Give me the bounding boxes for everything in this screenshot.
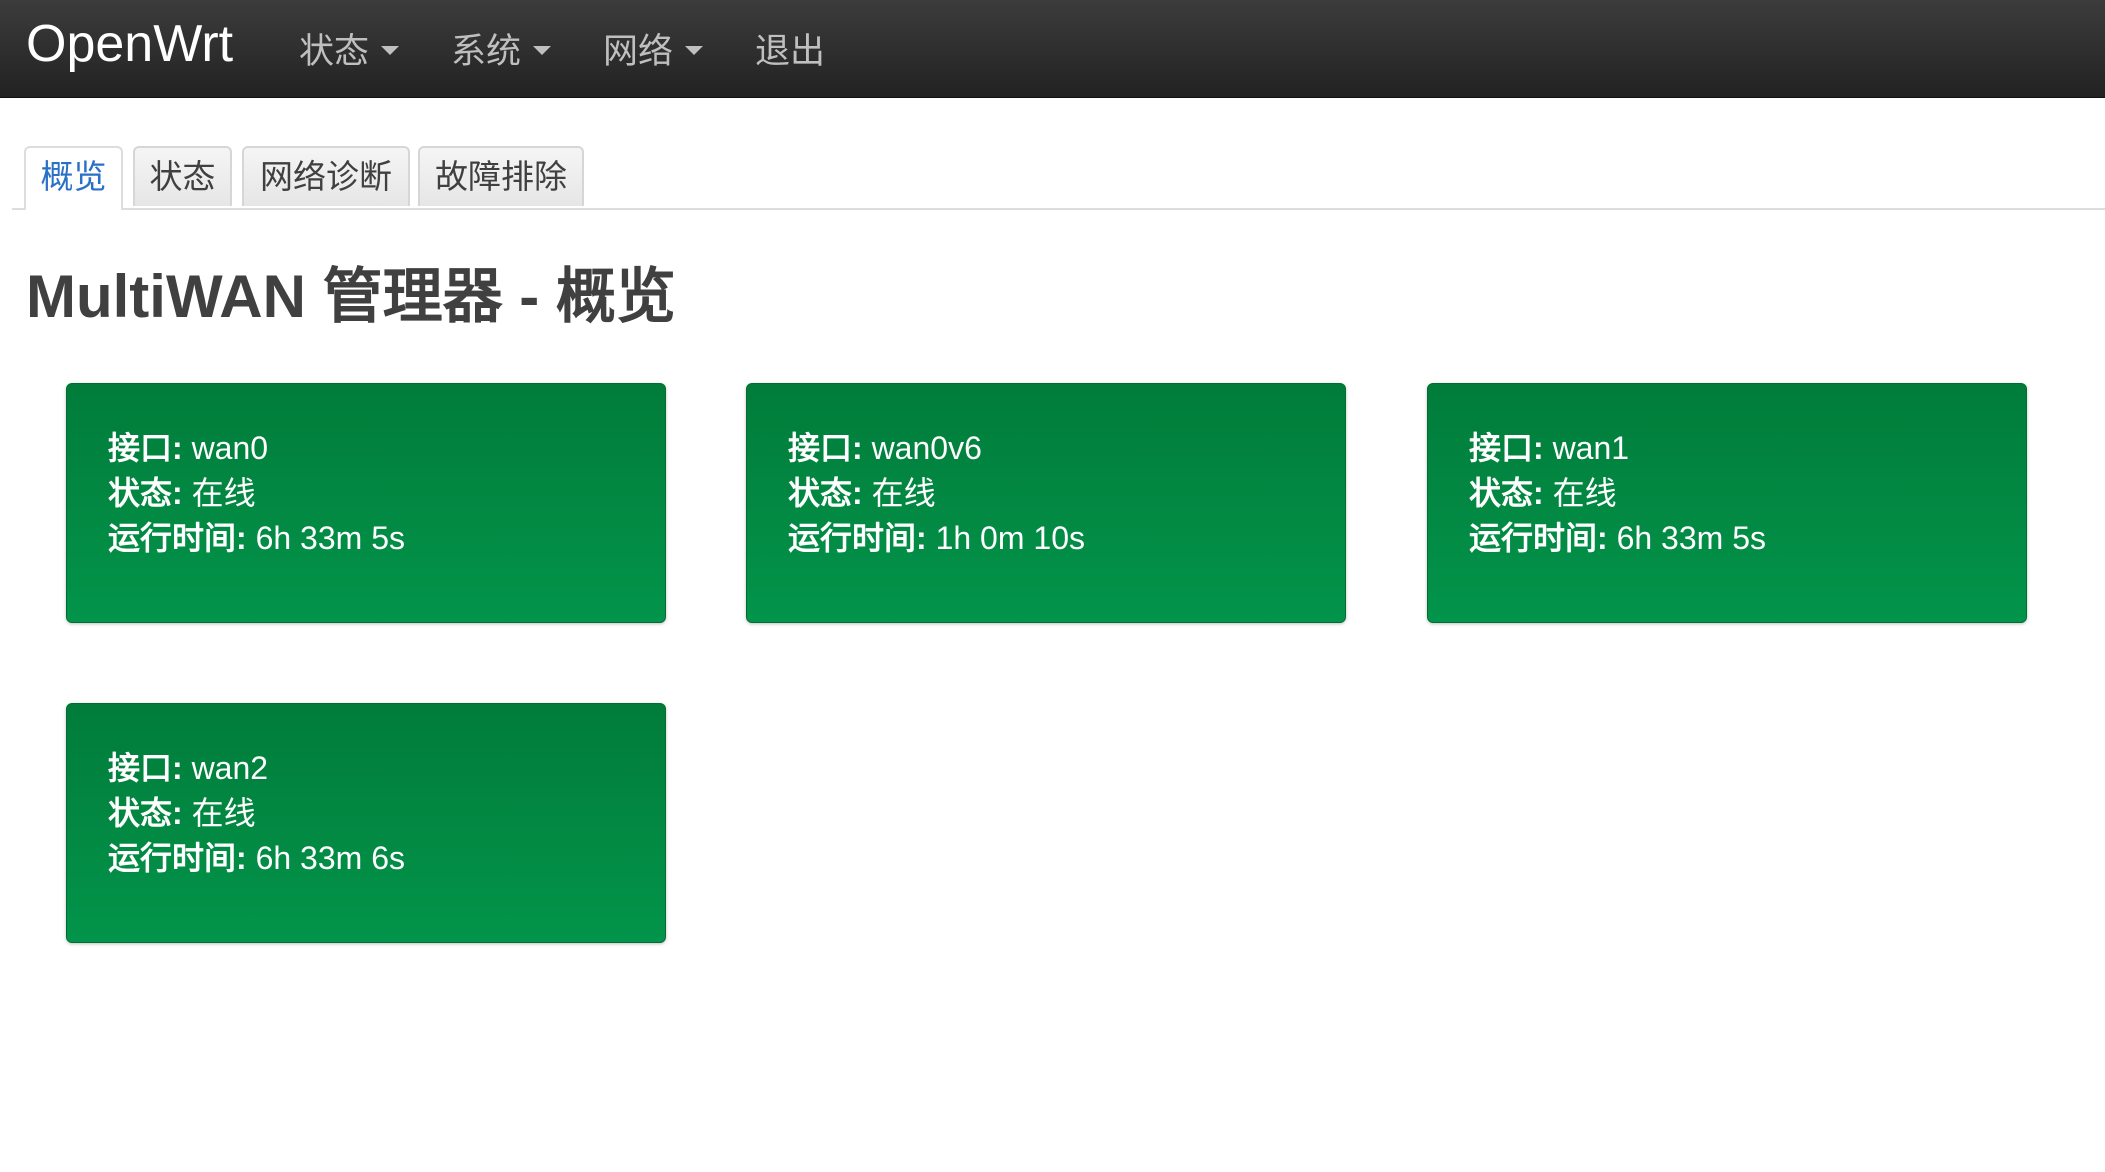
uptime-row: 运行时间: 6h 33m 5s	[108, 516, 665, 561]
top-navbar: OpenWrt 状态 系统 网络 退出	[0, 0, 2105, 98]
interface-row: 接口: wan0	[108, 426, 665, 471]
interface-value: wan1	[1552, 430, 1630, 466]
uptime-value: 6h 33m 5s	[255, 520, 405, 556]
interface-row: 接口: wan0v6	[788, 426, 1345, 471]
menu-system[interactable]: 系统	[451, 23, 552, 74]
uptime-row: 运行时间: 6h 33m 5s	[1469, 516, 2026, 561]
interface-label: 接口:	[108, 430, 183, 466]
interface-value: wan0v6	[871, 430, 982, 466]
uptime-value: 1h 0m 10s	[935, 520, 1085, 556]
brand-logo[interactable]: OpenWrt	[26, 12, 233, 76]
chevron-down-icon	[533, 46, 552, 55]
uptime-label: 运行时间:	[1469, 520, 1608, 556]
interface-card-wan1: 接口: wan1 状态: 在线 运行时间: 6h 33m 5s	[1427, 383, 2027, 623]
tab-troubleshooting[interactable]: 故障排除	[418, 146, 584, 206]
menu-system-label: 系统	[451, 32, 522, 71]
status-row: 状态: 在线	[108, 471, 665, 516]
status-label: 状态:	[108, 795, 183, 831]
interface-row: 接口: wan2	[108, 746, 665, 791]
uptime-label: 运行时间:	[788, 520, 927, 556]
tab-overview[interactable]: 概览	[24, 146, 123, 210]
interface-label: 接口:	[788, 430, 863, 466]
status-label: 状态:	[1469, 475, 1544, 511]
menu-network-label: 网络	[603, 32, 674, 71]
uptime-row: 运行时间: 6h 33m 6s	[108, 836, 665, 881]
status-row: 状态: 在线	[788, 471, 1345, 516]
chevron-down-icon	[381, 46, 400, 55]
interface-value: wan0	[191, 430, 269, 466]
status-value: 在线	[191, 475, 256, 511]
menu-logout[interactable]: 退出	[755, 23, 825, 74]
chevron-down-icon	[685, 46, 704, 55]
interface-card-wan0: 接口: wan0 状态: 在线 运行时间: 6h 33m 5s	[66, 383, 666, 623]
uptime-value: 6h 33m 5s	[1616, 520, 1766, 556]
interface-row: 接口: wan1	[1469, 426, 2026, 471]
page-title: MultiWAN 管理器 - 概览	[26, 263, 676, 330]
status-row: 状态: 在线	[108, 791, 665, 836]
status-value: 在线	[871, 475, 936, 511]
interface-value: wan2	[191, 750, 269, 786]
status-value: 在线	[1552, 475, 1617, 511]
menu-logout-label: 退出	[755, 32, 826, 71]
interface-label: 接口:	[1469, 430, 1544, 466]
tab-network-diagnostics[interactable]: 网络诊断	[242, 146, 410, 206]
main-menu: 状态 系统 网络 退出	[299, 0, 877, 97]
menu-status-label: 状态	[299, 32, 370, 71]
status-value: 在线	[191, 795, 256, 831]
menu-network[interactable]: 网络	[603, 23, 704, 74]
uptime-row: 运行时间: 1h 0m 10s	[788, 516, 1345, 561]
interface-card-wan0v6: 接口: wan0v6 状态: 在线 运行时间: 1h 0m 10s	[746, 383, 1346, 623]
uptime-label: 运行时间:	[108, 840, 247, 876]
menu-status[interactable]: 状态	[299, 23, 400, 74]
status-label: 状态:	[108, 475, 183, 511]
interface-card-wan2: 接口: wan2 状态: 在线 运行时间: 6h 33m 6s	[66, 703, 666, 943]
interface-label: 接口:	[108, 750, 183, 786]
status-row: 状态: 在线	[1469, 471, 2026, 516]
uptime-label: 运行时间:	[108, 520, 247, 556]
tab-status[interactable]: 状态	[133, 146, 232, 206]
status-label: 状态:	[788, 475, 863, 511]
uptime-value: 6h 33m 6s	[255, 840, 405, 876]
tab-bar: 概览 状态 网络诊断 故障排除	[12, 146, 2105, 210]
